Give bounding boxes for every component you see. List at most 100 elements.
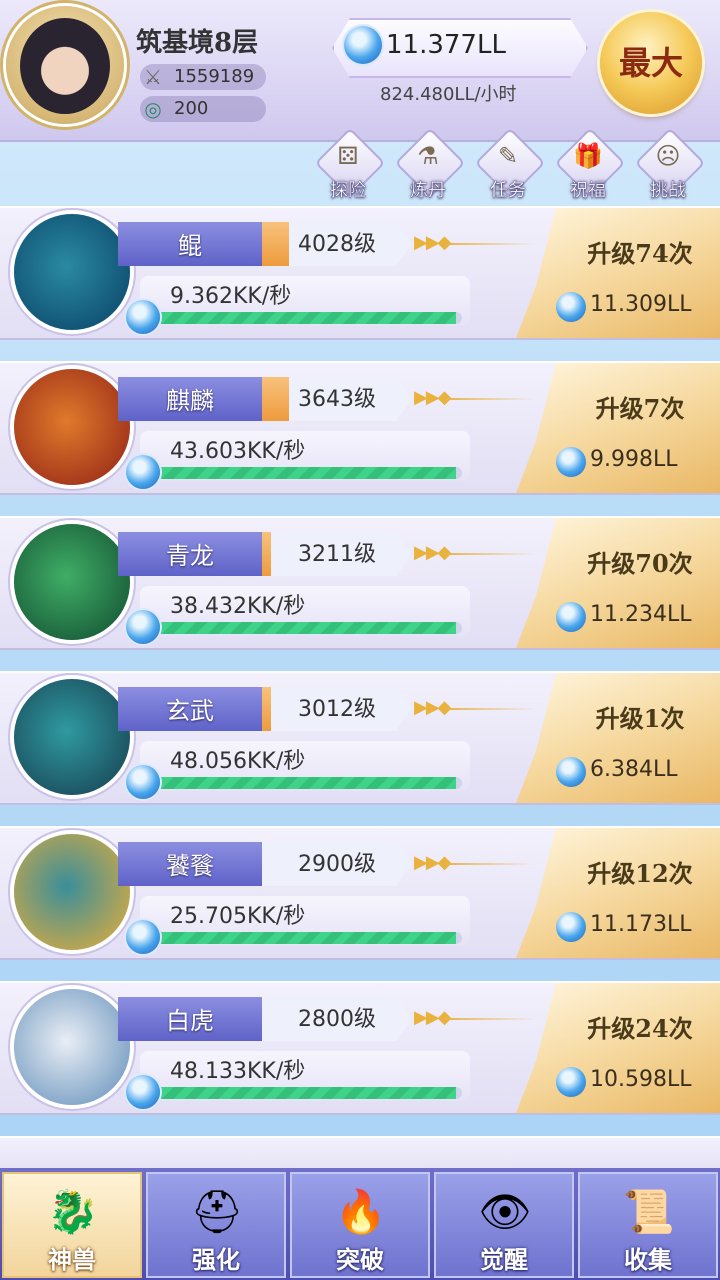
- upgrade-button[interactable]: [516, 983, 720, 1113]
- arrow-decor-icon: ▶▶◆: [414, 852, 452, 873]
- beast-name: 饕餮: [166, 852, 214, 880]
- arrow-decor-icon: ▶▶◆: [414, 232, 452, 253]
- realm-title: 筑基境8层: [136, 28, 259, 58]
- upgrade-button[interactable]: [516, 363, 720, 493]
- gift-icon: 🎁: [573, 142, 603, 170]
- nav-tasks[interactable]: ✎ 任务: [474, 127, 546, 204]
- mask-icon: ☹: [655, 142, 681, 170]
- nav-label: 探险: [330, 180, 366, 201]
- beast-rate: 48.056KK/秒: [170, 749, 306, 774]
- beast-name: 麒麟: [166, 387, 214, 415]
- spirit-orb-icon: [556, 292, 586, 322]
- jade-value: 200: [174, 98, 209, 119]
- upgrade-cost: 10.598LL: [590, 1067, 692, 1092]
- beast-rate: 48.133KK/秒: [170, 1059, 306, 1084]
- tab-beasts[interactable]: 🐉 神兽: [2, 1172, 142, 1278]
- arrow-line: [446, 553, 536, 555]
- nav-label: 炼丹: [410, 180, 446, 201]
- beast-row: 玄武 3012级 ▶▶◆ 48.056KK/秒 升级1次 6.384LL: [0, 671, 720, 805]
- beast-row: 鲲 4028级 ▶▶◆ 9.362KK/秒 升级74次 11.309LL: [0, 206, 720, 340]
- upgrade-cost: 11.234LL: [590, 602, 692, 627]
- spirit-orb-icon: [556, 757, 586, 787]
- upgrade-label: 升级12次: [587, 859, 693, 888]
- beast-rate: 38.432KK/秒: [170, 594, 306, 619]
- progress-fill: [156, 932, 456, 944]
- qilin-icon: 🐉: [46, 1187, 100, 1236]
- tab-label: 收集: [624, 1245, 672, 1274]
- nav-challenge[interactable]: ☹ 挑战: [634, 127, 706, 204]
- max-button[interactable]: 最大: [600, 12, 702, 114]
- nav-explore[interactable]: ⚄ 探险: [314, 127, 386, 204]
- spirit-orb-icon: [344, 26, 382, 64]
- nav-label: 挑战: [650, 180, 686, 201]
- dice-icon: ⚄: [337, 142, 359, 170]
- tab-awaken[interactable]: 👁 觉醒: [434, 1172, 574, 1278]
- upgrade-label: 升级24次: [587, 1014, 693, 1043]
- crossed-swords-icon: ⚔: [144, 65, 162, 89]
- currency-rate: 824.480LL/小时: [380, 84, 517, 105]
- jade-stat: ◎ 200: [140, 96, 266, 122]
- nav-alchemy[interactable]: ⚗ 炼丹: [394, 127, 466, 204]
- scroll-book-icon: 📜: [622, 1187, 676, 1236]
- beast-portrait[interactable]: [14, 524, 130, 640]
- upgrade-label: 升级7次: [595, 394, 685, 423]
- income-progress: [156, 1087, 462, 1099]
- upgrade-cost: 9.998LL: [590, 447, 678, 472]
- beast-row: 饕餮 2900级 ▶▶◆ 25.705KK/秒 升级12次 11.173LL: [0, 826, 720, 960]
- upgrade-cost: 11.173LL: [590, 912, 692, 937]
- progress-fill: [156, 1087, 456, 1099]
- tab-label: 神兽: [48, 1245, 96, 1274]
- beast-level: 2900级: [298, 852, 376, 877]
- beast-name: 青龙: [166, 542, 214, 570]
- spirit-orb-icon: [126, 1075, 160, 1109]
- beast-rate: 43.603KK/秒: [170, 439, 306, 464]
- power-stat: ⚔ 1559189: [140, 64, 266, 90]
- beast-level: 2800级: [298, 1007, 376, 1032]
- beast-portrait[interactable]: [14, 834, 130, 950]
- income-progress: [156, 312, 462, 324]
- upgrade-cost: 11.309LL: [590, 292, 692, 317]
- beast-portrait[interactable]: [14, 369, 130, 485]
- income-progress: [156, 622, 462, 634]
- arrow-line: [446, 243, 536, 245]
- progress-fill: [156, 622, 456, 634]
- upgrade-button[interactable]: [516, 673, 720, 803]
- fire-orb-icon: 🔥: [334, 1187, 388, 1236]
- spirit-orb-icon: [556, 447, 586, 477]
- avatar-face: [20, 18, 110, 114]
- beast-portrait[interactable]: [14, 214, 130, 330]
- tab-collection[interactable]: 📜 收集: [578, 1172, 718, 1278]
- spirit-orb-icon: [556, 912, 586, 942]
- progress-fill: [156, 467, 456, 479]
- beast-portrait[interactable]: [14, 679, 130, 795]
- eye-icon: 👁: [478, 1187, 532, 1236]
- player-header: 筑基境8层 ⚔ 1559189 ◎ 200 11.377LL 824.480LL…: [0, 0, 720, 142]
- scroll-icon: ✎: [497, 142, 519, 170]
- alchemy-icon: ⚗: [417, 142, 439, 170]
- progress-fill: [156, 777, 456, 789]
- spirit-orb-icon: [556, 1067, 586, 1097]
- nav-blessing[interactable]: 🎁 祝福: [554, 127, 626, 204]
- arrow-decor-icon: ▶▶◆: [414, 387, 452, 408]
- arrow-line: [446, 863, 536, 865]
- upgrade-button[interactable]: [516, 518, 720, 648]
- income-progress: [156, 777, 462, 789]
- nav-label: 任务: [490, 180, 526, 201]
- tab-label: 突破: [336, 1245, 384, 1274]
- beast-level: 3211级: [298, 542, 376, 567]
- spirit-orb-icon: [126, 610, 160, 644]
- tab-enhance[interactable]: ⛑ 强化: [146, 1172, 286, 1278]
- tab-breakthrough[interactable]: 🔥 突破: [290, 1172, 430, 1278]
- tab-label: 强化: [192, 1245, 240, 1274]
- arrow-decor-icon: ▶▶◆: [414, 1007, 452, 1028]
- arrow-decor-icon: ▶▶◆: [414, 697, 452, 718]
- nav-label: 祝福: [570, 180, 606, 201]
- helmet-icon: ⛑: [190, 1187, 244, 1236]
- player-avatar[interactable]: [6, 6, 124, 124]
- beast-portrait[interactable]: [14, 989, 130, 1105]
- income-progress: [156, 932, 462, 944]
- upgrade-button[interactable]: [516, 208, 720, 338]
- spirit-orb-icon: [556, 602, 586, 632]
- upgrade-button[interactable]: [516, 828, 720, 958]
- income-progress: [156, 467, 462, 479]
